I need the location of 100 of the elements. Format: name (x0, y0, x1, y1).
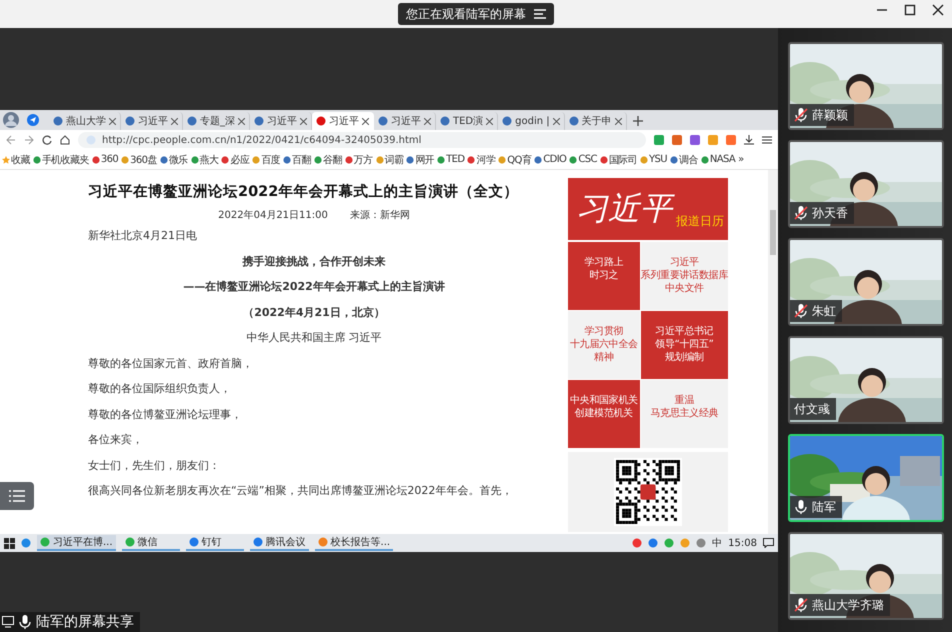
participant-name: 付文彧 (794, 400, 830, 418)
tray-icon (632, 538, 642, 548)
circle-icon (406, 156, 414, 164)
topic-link[interactable]: 学习路上 时习之 (568, 242, 640, 310)
scrollbar[interactable] (768, 170, 778, 534)
bookmark[interactable]: 燕大 (190, 152, 218, 166)
circle-icon (534, 156, 542, 164)
banner-subtitle: 报道日历 (676, 213, 724, 230)
topic-link[interactable]: 重温 马克思主义经典 (640, 380, 728, 448)
viewing-notice: 您正在观看陆军的屏幕 (406, 6, 526, 22)
topic-link[interactable]: 学习贯彻 十九届六中全会 精神 (568, 311, 640, 379)
bookmark[interactable]: 万方 (344, 152, 372, 166)
browser-tab[interactable]: 习近平 (312, 112, 374, 130)
mic-icon (794, 499, 808, 515)
article-title: 习近平在博鳌亚洲论坛2022年年会开幕式上的主旨演讲（全文） (88, 182, 520, 202)
bookmark[interactable]: 360 (92, 154, 118, 165)
windows-icon[interactable] (4, 538, 15, 548)
taskbar-app[interactable]: 腾讯会议 (250, 535, 309, 551)
favicon-icon (502, 116, 512, 126)
taskbar-app[interactable]: 校长报告等... (314, 535, 394, 551)
favicon-icon (568, 116, 579, 126)
bookmark[interactable]: 百度 (252, 152, 280, 166)
circle-icon (600, 156, 608, 164)
bookmark[interactable]: 词霸 (376, 152, 404, 166)
taskbar-app[interactable]: 钉钉 (186, 535, 244, 551)
bookmark[interactable]: 调合 (670, 152, 698, 166)
back-icon[interactable] (6, 135, 16, 145)
browser-icon (21, 538, 31, 548)
maximize-icon[interactable] (904, 4, 916, 16)
globe-icon (86, 135, 96, 145)
video-tile[interactable]: 燕山大学齐璐 (788, 532, 944, 620)
bookmark[interactable]: YSU (640, 154, 668, 165)
avatar-icon[interactable] (2, 111, 20, 129)
bookmark[interactable]: CDIO (534, 154, 566, 165)
app-icon (124, 537, 135, 547)
video-tile[interactable]: 薛颖颖 (788, 42, 944, 130)
plus-icon[interactable] (632, 116, 643, 126)
bookmark[interactable]: 微乐 (160, 152, 188, 166)
bookmark[interactable]: 手机收藏夹 (32, 152, 89, 166)
download-icon[interactable] (744, 135, 754, 145)
address-bar[interactable]: http://cpc.people.com.cn/n1/2022/0421/c64094-32405039.html (78, 132, 646, 148)
app-icon (40, 537, 50, 547)
bookmark[interactable]: 收藏 (2, 152, 30, 166)
reload-icon[interactable] (42, 135, 52, 145)
input-method[interactable]: 中 (712, 536, 722, 550)
circle-icon (121, 156, 130, 164)
share-owner: 陆军的屏幕共享 (36, 613, 134, 631)
menu-icon[interactable] (762, 135, 772, 145)
bookmark[interactable]: 河学 (467, 152, 496, 166)
video-tile[interactable]: 朱虹 (788, 238, 944, 326)
screen-icon (2, 616, 14, 628)
bookmark[interactable]: QQ育 (498, 152, 532, 166)
taskbar-app[interactable]: 微信 (122, 535, 180, 551)
participant-name: 薛颖颖 (812, 106, 848, 124)
app-icon (252, 537, 263, 547)
circle-icon (92, 156, 100, 164)
speech-heading: ——在博鳌亚洲论坛2022年年会开幕式上的主旨演讲 (182, 279, 446, 295)
list-button[interactable] (0, 482, 34, 510)
bookmark[interactable]: NASA (700, 154, 736, 165)
topic-link[interactable]: 习近平 系列重要讲话数据库 中央文件 (640, 242, 728, 310)
close-icon[interactable] (932, 4, 944, 16)
mic-muted-icon (794, 597, 808, 613)
bookmark[interactable]: 360盘 (121, 152, 157, 166)
taskbar-app[interactable]: 习近平在博... (37, 535, 116, 551)
bookmark[interactable]: 国际司 (600, 152, 638, 166)
bookmark[interactable]: 必应 (221, 152, 250, 166)
favicon-icon (316, 116, 326, 126)
bookmark[interactable]: 网开 (406, 152, 434, 166)
speech-heading: 携手迎接挑战，合作开创未来 (241, 254, 386, 270)
bookmark[interactable]: TED (437, 154, 464, 165)
close-icon[interactable] (362, 118, 369, 124)
paragraph: 尊敬的各位博鳌亚洲论坛理事， (88, 406, 243, 422)
topic-link[interactable]: 习近平总书记 领导“十四五” 规划编制 (640, 311, 728, 379)
bookmark[interactable]: 谷翻 (314, 152, 342, 166)
topic-link[interactable]: 中央和国家机关 创建模范机关 (568, 380, 640, 448)
tray-icon (680, 538, 690, 548)
circle-icon (670, 156, 678, 164)
video-tile[interactable]: 陆军 (788, 434, 944, 522)
favicon-icon (378, 116, 388, 126)
favicon-icon (254, 116, 264, 126)
tray-icon (696, 538, 706, 548)
circle-icon (344, 156, 353, 164)
bookmark[interactable]: 百翻 (283, 152, 311, 166)
video-tile[interactable]: 孙天香 (788, 140, 944, 228)
forward-icon[interactable] (24, 135, 34, 145)
mic-muted-icon (794, 205, 808, 221)
article-source: 来源：新华网 (350, 208, 410, 223)
participant-name: 孙天香 (812, 204, 848, 222)
circle-icon (700, 156, 709, 164)
clock[interactable]: 15:08 (728, 538, 757, 548)
circle-icon (32, 156, 41, 164)
paragraph: 很高兴同各位新老朋友再次在“云端”相聚，共同出席博鳌亚洲论坛2022年年会。首先， (88, 483, 514, 499)
paragraph: 各位来宾， (88, 432, 144, 448)
home-icon[interactable] (60, 135, 70, 145)
video-tile[interactable]: 付文彧 (788, 336, 944, 424)
more-bookmarks[interactable]: » (738, 154, 744, 165)
byline: 中华人民共和国主席 习近平 (245, 330, 383, 346)
notification-icon[interactable] (763, 538, 774, 548)
favicon-icon (125, 116, 135, 126)
bookmark[interactable]: CSC (569, 154, 597, 165)
